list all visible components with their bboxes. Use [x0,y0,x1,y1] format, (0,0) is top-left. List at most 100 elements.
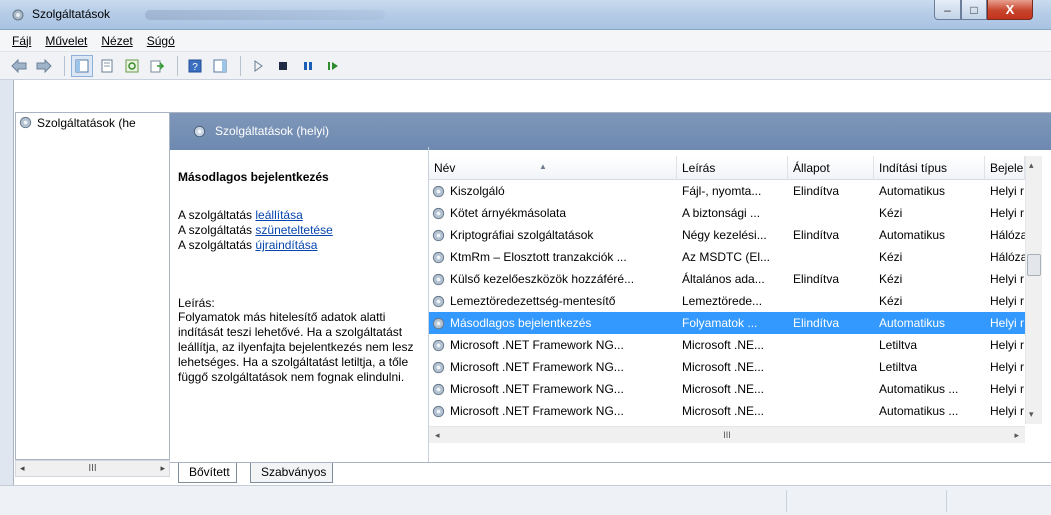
table-row[interactable]: Kiszolgáló Fájl-, nyomta... Elindítva Autom… [429,180,1025,202]
service-startup-cell: Kézi [879,294,903,308]
selected-service-name: Másodlagos bejelentkezés [178,170,329,184]
service-name-cell: Microsoft .NET Framework NG... [429,382,677,397]
services-gear-icon [193,125,206,138]
list-vertical-scrollbar[interactable]: ▴ ▾ [1025,156,1042,424]
toolbar-separator [177,55,178,76]
svg-text:?: ? [192,62,198,73]
minimize-button[interactable]: – [934,0,961,20]
service-status-cell: Elindítva [793,272,840,286]
table-row[interactable]: Másodlagos bejelentkezés Folyamatok ... El… [429,312,1025,334]
left-frame [0,80,14,515]
service-logon-cell: Helyi r [990,294,1025,308]
service-gear-icon [431,382,446,397]
pause-service-link[interactable]: szüneteltetése [255,223,332,237]
service-startup-cell: Automatikus ... [879,382,959,396]
tree-horizontal-scrollbar[interactable]: ◂ III ▸ [15,460,170,477]
service-gear-icon [431,360,446,375]
list-rows: Kiszolgáló Fájl-, nyomta... Elindítva Autom… [429,180,1025,424]
service-name-cell: Másodlagos bejelentkezés [429,316,677,331]
restart-service-link[interactable]: újraindítása [255,238,317,252]
window-title: Szolgáltatások [32,7,111,21]
table-row[interactable]: Microsoft .NET Framework NG... Microsoft … [429,400,1025,422]
service-logon-cell: Helyi r [990,184,1025,198]
service-status-cell: Elindítva [793,228,840,242]
menu-help[interactable]: Súgó [147,34,175,48]
column-header-logon[interactable]: Bejele [985,156,1025,180]
scroll-thumb[interactable]: III [723,430,731,440]
service-name-cell: KtmRm – Elosztott tranzakciók ... [429,250,677,265]
service-name-cell: Kötet árnyékmásolata [429,206,677,221]
scroll-right-arrow[interactable]: ▸ [160,463,165,474]
pause-service-icon[interactable] [297,55,319,77]
description-text: Folyamatok más hitelesítő adatok alatti … [178,310,414,384]
refresh-icon[interactable] [121,55,143,77]
service-logon-cell: Helyi r [990,360,1025,374]
start-service-icon[interactable] [247,55,269,77]
scroll-left-arrow[interactable]: ◂ [435,430,440,441]
scroll-left-arrow[interactable]: ◂ [20,463,25,474]
close-button[interactable]: X [987,0,1033,20]
table-row[interactable]: Kötet árnyékmásolata A biztonsági ... Kézi… [429,202,1025,224]
pane-header-title: Szolgáltatások (helyi) [215,124,330,138]
table-row[interactable]: Lemeztöredezettség-mentesítő Lemeztörede.… [429,290,1025,312]
show-hide-tree-icon[interactable] [71,54,93,77]
stop-service-link[interactable]: leállítása [255,208,302,222]
properties-icon[interactable] [96,55,118,77]
service-startup-cell: Automatikus [879,228,946,242]
tab-extended[interactable]: Bővített [178,463,237,483]
tab-standard[interactable]: Szabványos [250,463,334,483]
menu-bar: Fájl Művelet Nézet Súgó [0,30,1051,52]
status-divider [946,490,947,512]
menu-action[interactable]: Művelet [45,34,87,48]
service-description-cell: A biztonsági ... [682,206,761,220]
maximize-button[interactable]: □ [961,0,987,20]
menu-file[interactable]: Fájl [12,34,31,48]
column-header-status[interactable]: Állapot [788,156,874,180]
stop-service-icon[interactable] [272,55,294,77]
service-gear-icon [431,228,446,243]
service-startup-cell: Kézi [879,272,903,286]
tree-pane: Szolgáltatások (he [15,112,170,460]
forward-icon[interactable] [33,55,55,77]
table-row[interactable]: Külső kezelőeszközök hozzáféré... Általán… [429,268,1025,290]
service-gear-icon [431,404,446,419]
scroll-thumb[interactable] [1027,254,1041,276]
column-header-description[interactable]: Leírás [677,156,788,180]
status-bar [0,485,1051,515]
toolbar-separator [64,55,65,76]
service-description-cell: Az MSDTC (El... [682,250,771,264]
tree-item-services[interactable]: Szolgáltatások (he [18,115,168,130]
service-gear-icon [431,184,446,199]
service-gear-icon [431,338,446,353]
table-row[interactable]: Microsoft .NET Framework NG... Microsoft … [429,378,1025,400]
restart-service-icon[interactable] [322,55,344,77]
service-startup-cell: Letiltva [879,360,918,374]
export-list-icon[interactable] [146,55,168,77]
service-gear-icon [431,272,446,287]
column-header-name[interactable]: ▲ Név [429,156,677,180]
help-icon[interactable]: ? [184,55,206,77]
service-description-cell: Fájl-, nyomta... [682,184,762,198]
service-logon-cell: Helyi r [990,404,1025,418]
scroll-up-arrow[interactable]: ▴ [1029,160,1034,171]
service-logon-cell: Helyi r [990,272,1025,286]
scroll-right-arrow[interactable]: ▸ [1014,430,1019,441]
description-label: Leírás: [178,296,215,310]
table-row[interactable]: Kriptográfiai szolgáltatások Négy kezelés… [429,224,1025,246]
table-row[interactable]: Microsoft .NET Framework NG... Microsoft … [429,334,1025,356]
back-icon[interactable] [8,55,30,77]
column-header-startup-type[interactable]: Indítási típus [874,156,985,180]
scroll-down-arrow[interactable]: ▾ [1029,409,1034,420]
menu-view[interactable]: Nézet [101,34,132,48]
list-horizontal-scrollbar[interactable]: ◂ III ▸ [429,426,1025,443]
services-gear-icon [19,116,32,129]
service-name-cell: Microsoft .NET Framework NG... [429,404,677,419]
table-row[interactable]: Microsoft .NET Framework NG... Microsoft … [429,356,1025,378]
table-row[interactable]: KtmRm – Elosztott tranzakciók ... Az MSDT… [429,246,1025,268]
services-gear-icon [12,9,24,21]
services-pane: Szolgáltatások (helyi) Másodlagos bejele… [170,112,1051,463]
service-startup-cell: Automatikus ... [879,404,959,418]
service-name-cell: Lemeztöredezettség-mentesítő [429,294,677,309]
show-hide-action-pane-icon[interactable] [209,55,231,77]
scroll-thumb[interactable]: III [88,463,96,474]
